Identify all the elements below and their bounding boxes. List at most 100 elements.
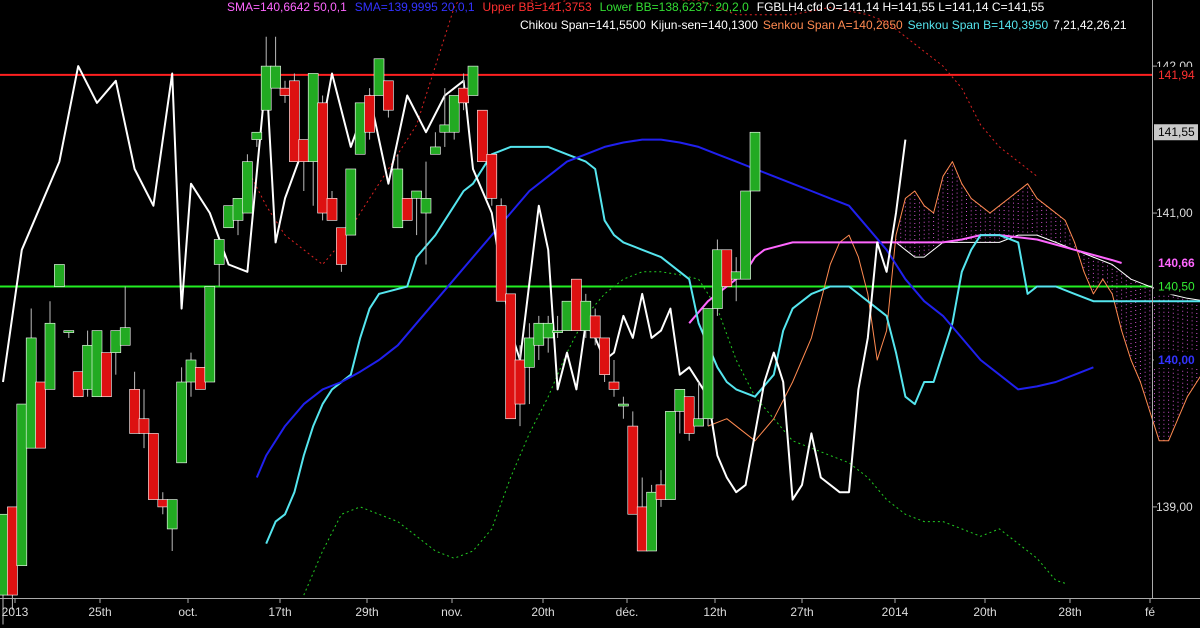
candle-body	[317, 102, 328, 214]
candle-body	[204, 286, 216, 383]
bullish-candle	[82, 330, 93, 397]
bullish-candle	[213, 239, 225, 287]
legend-item: Senkou Span B=140,3950	[907, 18, 1049, 32]
candle-body	[166, 499, 178, 530]
bearish-candle	[129, 371, 140, 434]
bearish-candle	[364, 88, 375, 140]
x-tick-label: 20th	[973, 605, 996, 619]
candle-body	[730, 271, 742, 280]
candle-body	[260, 65, 272, 111]
candle-body	[383, 80, 394, 111]
bearish-candle	[627, 411, 639, 515]
candlesticks	[0, 36, 761, 625]
bullish-candle	[44, 301, 56, 390]
bullish-candle	[430, 132, 441, 155]
bullish-candle	[392, 154, 404, 229]
candle-body	[693, 418, 704, 427]
legend-item: Senkou Span A=140,2650	[762, 18, 903, 32]
candle-body	[561, 300, 573, 331]
candle-body	[392, 168, 404, 229]
candle-body	[702, 308, 714, 420]
candle-body	[646, 491, 657, 552]
candle-body	[7, 506, 18, 596]
bearish-candle	[383, 80, 394, 118]
candle-body	[35, 381, 46, 449]
candle-body	[289, 80, 300, 162]
indicator-legend-line-1: SMA=140,6642 50,0,1 SMA=139,9995 20,0,1 Up…	[227, 0, 1052, 14]
bullish-candle	[345, 168, 357, 236]
bullish-candle	[307, 73, 319, 206]
bearish-candle	[138, 389, 150, 449]
candle-body	[467, 65, 479, 96]
candle-body	[740, 190, 751, 280]
candle-body	[298, 139, 310, 162]
price-label: 140,66	[1158, 256, 1195, 270]
bearish-candle	[326, 191, 338, 221]
candle-body	[524, 337, 535, 368]
bearish-candle	[7, 506, 18, 610]
bullish-candle	[232, 198, 244, 236]
chart-window: 142,00141,00140,00139,00201325thoct.17th…	[0, 0, 1200, 628]
bullish-candle	[561, 300, 573, 331]
candle-body	[307, 73, 319, 162]
candle-body	[345, 168, 357, 236]
bullish-candle	[373, 58, 385, 96]
candle-body	[674, 389, 686, 412]
candle-body	[477, 109, 488, 162]
candle-body	[16, 403, 28, 566]
bullish-candle	[166, 499, 178, 551]
bullish-candle	[533, 315, 545, 360]
bullish-candle	[524, 323, 535, 405]
candle-body	[749, 131, 761, 192]
x-tick-label: 29th	[355, 605, 378, 619]
bullish-candle	[730, 257, 742, 302]
legend-item: SMA=139,9995 20,0,1	[354, 0, 475, 14]
candle-body	[655, 484, 667, 500]
bullish-candle	[411, 190, 422, 236]
candle-body	[373, 58, 385, 96]
candle-body	[44, 322, 56, 390]
price-label: 140,00	[1158, 353, 1195, 367]
x-tick-label: déc.	[616, 605, 639, 619]
bullish-candle	[646, 484, 657, 552]
candle-body	[486, 153, 498, 199]
candle-body	[119, 327, 131, 346]
candle-body	[25, 337, 37, 449]
candle-body	[608, 381, 620, 390]
y-tick-label: 141,00	[1156, 206, 1193, 220]
ichimoku-chart[interactable]: 142,00141,00140,00139,00201325thoct.17th…	[0, 0, 1200, 628]
x-tick-label: 17th	[268, 605, 291, 619]
candle-body	[627, 425, 639, 515]
candle-body	[110, 330, 122, 353]
candle-body	[195, 367, 206, 390]
axes: 142,00141,00140,00139,00201325thoct.17th…	[0, 0, 1200, 619]
candle-body	[665, 411, 676, 500]
bullish-candle	[354, 102, 366, 155]
price-label: 141,94	[1158, 68, 1195, 82]
bearish-candle	[721, 249, 733, 287]
candle-body	[354, 102, 366, 155]
candle-body	[232, 198, 244, 221]
bullish-candle	[63, 330, 75, 338]
candle-body	[138, 418, 150, 434]
candle-body	[636, 506, 648, 552]
bearish-candle	[608, 359, 620, 397]
legend-item: 7,21,42,26,21	[1053, 18, 1127, 32]
legend-item: FGBLH4.cfd O=141,14 H=141,55 L=141,14 C=…	[756, 0, 1045, 14]
x-tick-label: 2014	[882, 605, 909, 619]
legend-item: Upper BB=141,3753	[482, 0, 592, 14]
candle-body	[270, 65, 281, 89]
bearish-candle	[401, 198, 413, 221]
bearish-candle	[35, 381, 46, 449]
price-label: 141,55	[1158, 125, 1195, 139]
bearish-candle	[101, 352, 112, 398]
candle-body	[336, 227, 347, 265]
bearish-candle	[298, 139, 310, 192]
bearish-candle	[495, 198, 507, 302]
candle-body	[448, 95, 460, 133]
candle-body	[495, 205, 507, 302]
candle-body	[63, 330, 75, 333]
price-label: 140,50	[1158, 280, 1195, 294]
candle-body	[279, 87, 291, 96]
x-tick-label: 28th	[1058, 605, 1081, 619]
